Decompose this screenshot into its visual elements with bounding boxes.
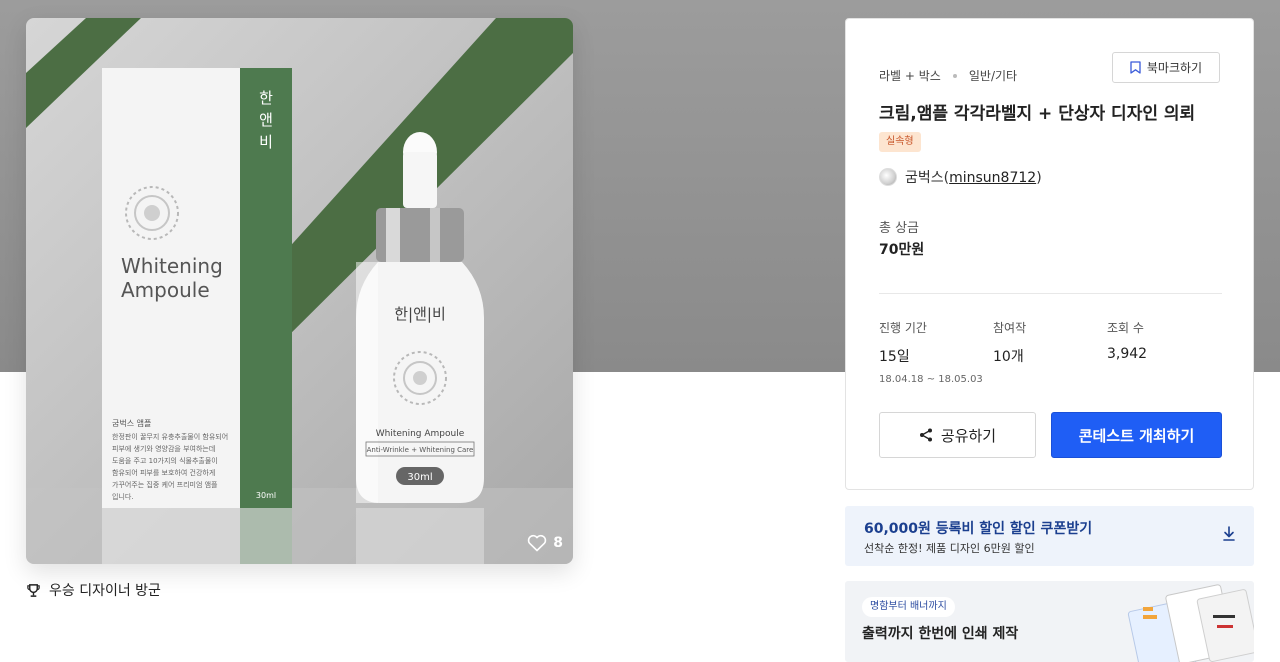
trophy-icon bbox=[27, 583, 40, 597]
like-count: 8 bbox=[553, 535, 563, 551]
bottle-sublabel: Anti-Wrinkle + Whitening Care bbox=[367, 446, 474, 454]
box-desc-line: 함유되어 피부를 보호하여 건강하게 bbox=[112, 468, 215, 477]
contest-owner: 굼벅스(minsun8712) bbox=[879, 167, 1042, 187]
owner-name: 굼벅스 bbox=[905, 170, 944, 186]
plan-badge: 실속형 bbox=[879, 132, 921, 152]
winner-designer: 우승 디자이너 방군 bbox=[26, 580, 161, 600]
breadcrumb-separator bbox=[952, 73, 957, 78]
winner-designer-label: 우승 디자이너 방군 bbox=[49, 583, 161, 599]
bottle-volume: 30ml bbox=[407, 472, 432, 483]
box-desc-line: 도움을 주고 10가지의 식물추출물이 bbox=[112, 456, 218, 465]
prize-label: 총 상금 bbox=[879, 221, 920, 236]
category-breadcrumb: 라벨 + 박스 일반/기타 bbox=[879, 67, 1017, 84]
participants-value: 10개 bbox=[993, 349, 1024, 365]
bookmark-icon bbox=[1130, 61, 1141, 74]
contest-info-card: 라벨 + 박스 일반/기타 북마크하기 크림,앰플 각각라벨지 + 단상자 디자… bbox=[845, 18, 1254, 490]
views-value: 3,942 bbox=[1107, 346, 1148, 362]
box-desc-title: 굼벅스 앰플 bbox=[112, 418, 151, 428]
box-brand-char-3: 비 bbox=[259, 133, 273, 151]
views-label: 조회 수 bbox=[1107, 321, 1144, 335]
box-volume: 30ml bbox=[256, 491, 276, 500]
box-desc-line: 입니다. bbox=[112, 492, 134, 501]
print-banner-pill: 명함부터 배너까지 bbox=[862, 597, 955, 617]
category-primary[interactable]: 라벨 + 박스 bbox=[879, 67, 941, 84]
participants-label: 참여작 bbox=[993, 321, 1027, 335]
bookmark-label: 북마크하기 bbox=[1146, 61, 1203, 75]
period-value: 15일 bbox=[879, 349, 910, 365]
coupon-title: 60,000원 등록비 할인 할인 쿠폰받기 bbox=[864, 521, 1093, 537]
download-icon[interactable] bbox=[1222, 526, 1236, 542]
share-icon bbox=[919, 428, 932, 442]
card-divider bbox=[879, 293, 1222, 294]
box-desc-line: 한정판이 꿀무지 유충추출물이 함유되어 bbox=[112, 432, 228, 441]
box-title-line1: Whitening bbox=[121, 254, 223, 278]
coupon-banner[interactable]: 60,000원 등록비 할인 할인 쿠폰받기 선착순 한정! 제품 디자인 6만… bbox=[845, 506, 1254, 566]
product-image[interactable]: 한 앤 비 Whitening Ampoule 굼벅스 앰플 한정판이 꿀무지 … bbox=[26, 18, 573, 564]
category-secondary[interactable]: 일반/기타 bbox=[969, 67, 1017, 84]
product-illustration: 한 앤 비 Whitening Ampoule 굼벅스 앰플 한정판이 꿀무지 … bbox=[26, 18, 573, 564]
box-desc-line: 가꾸어주는 집중 케어 프리미엄 앰플 bbox=[112, 480, 218, 489]
print-samples-image bbox=[1127, 584, 1254, 662]
period-dates: 18.04.18 ~ 18.05.03 bbox=[879, 374, 983, 385]
like-counter[interactable]: 8 bbox=[527, 534, 563, 552]
box-brand-char-2: 앤 bbox=[259, 111, 273, 129]
prize-value: 70만원 bbox=[879, 242, 925, 258]
print-banner-title: 출력까지 한번에 인쇄 제작 bbox=[862, 626, 1019, 642]
stat-views: 조회 수 3,942 bbox=[1107, 319, 1147, 362]
coupon-subtitle: 선착순 한정! 제품 디자인 6만원 할인 bbox=[864, 542, 1035, 555]
period-label: 진행 기간 bbox=[879, 321, 927, 335]
heart-icon[interactable] bbox=[527, 534, 547, 552]
share-label: 공유하기 bbox=[940, 426, 997, 445]
stat-period: 진행 기간 15일 18.04.18 ~ 18.05.03 bbox=[879, 319, 983, 385]
box-title-line2: Ampoule bbox=[121, 278, 210, 302]
box-brand-char-1: 한 bbox=[259, 89, 273, 107]
owner-avatar bbox=[879, 168, 897, 186]
share-button[interactable]: 공유하기 bbox=[879, 412, 1036, 458]
bookmark-button[interactable]: 북마크하기 bbox=[1112, 52, 1220, 83]
stat-participants: 참여작 10개 bbox=[993, 319, 1026, 366]
bottle-label: Whitening Ampoule bbox=[376, 429, 465, 439]
host-contest-button[interactable]: 콘테스트 개최하기 bbox=[1051, 412, 1222, 458]
box-desc-line: 피부에 생기와 영양감을 부여하는데 bbox=[112, 444, 215, 453]
owner-id-link[interactable]: minsun8712 bbox=[949, 170, 1036, 186]
print-service-banner[interactable]: 명함부터 배너까지 출력까지 한번에 인쇄 제작 bbox=[845, 581, 1254, 662]
contest-title: 크림,앰플 각각라벨지 + 단상자 디자인 의뢰 bbox=[879, 104, 1196, 124]
bottle-brand: 한|앤|비 bbox=[394, 305, 446, 323]
